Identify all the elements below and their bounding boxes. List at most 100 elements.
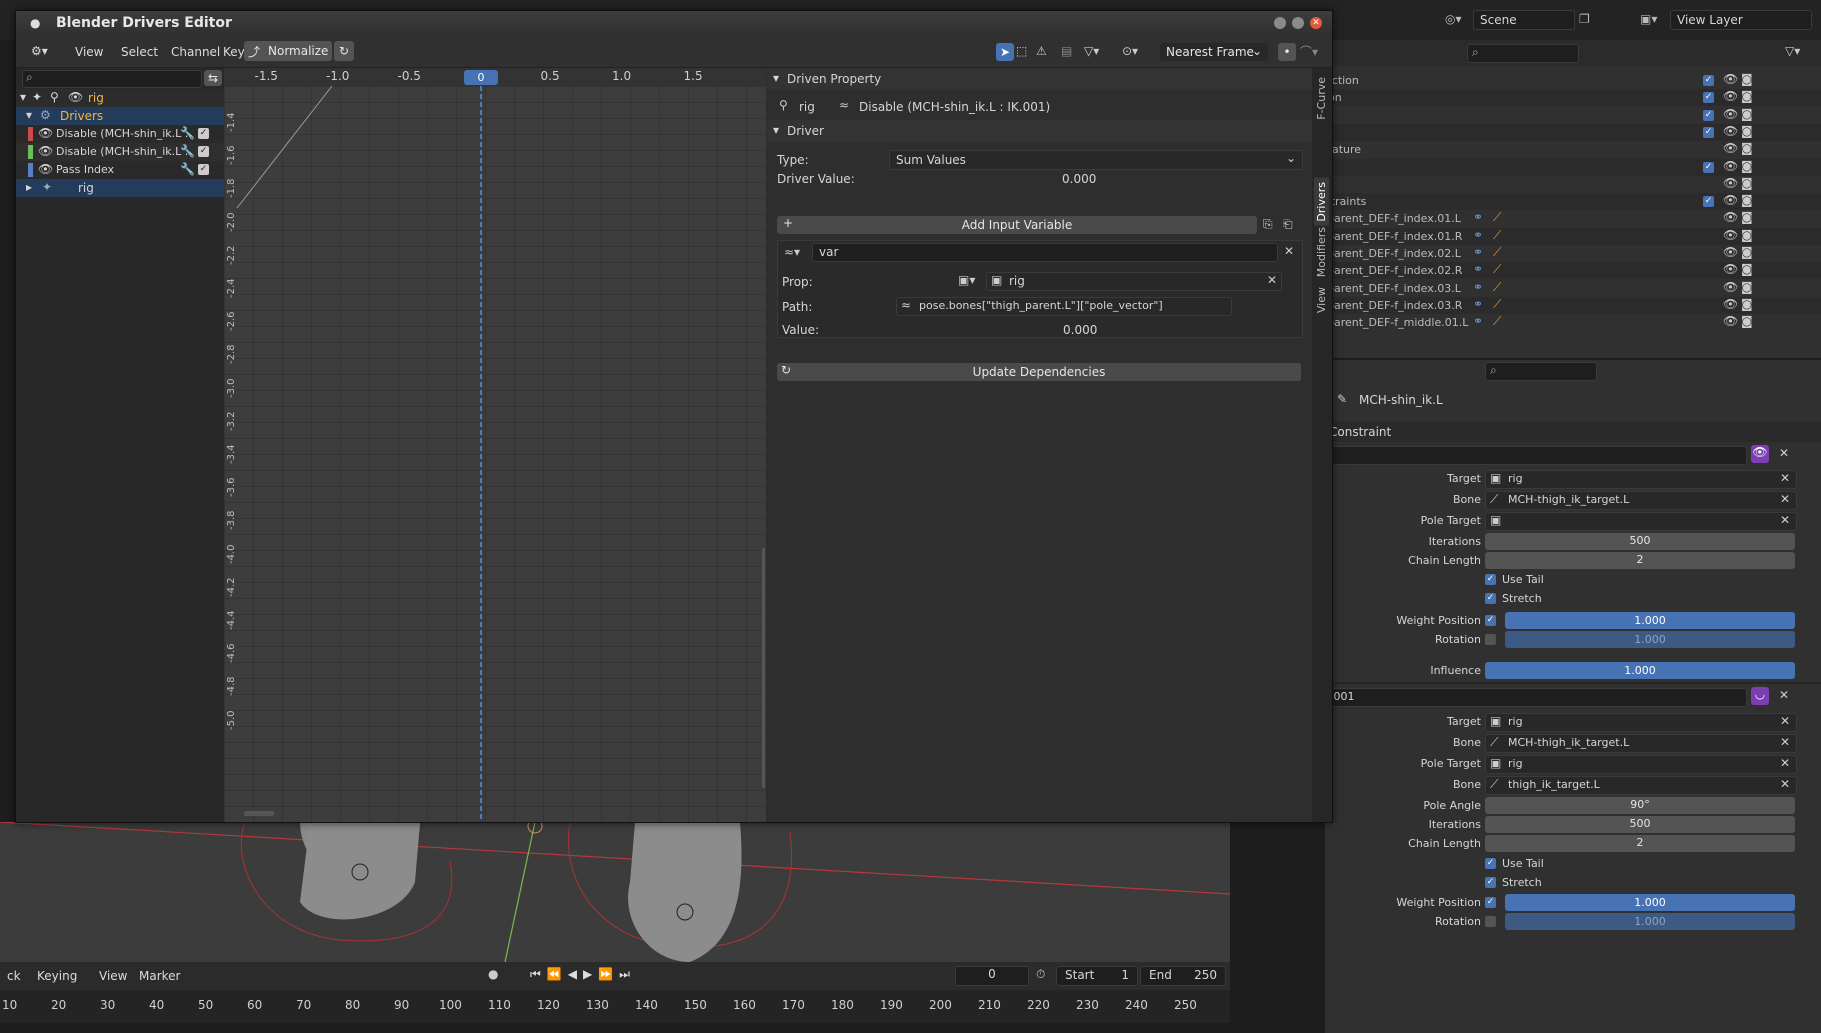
- channel-driver-item[interactable]: 👁 Pass Index 🔧 ✓: [16, 161, 224, 179]
- proportional-icon[interactable]: •: [1278, 43, 1296, 61]
- checkbox[interactable]: ✓: [1703, 92, 1714, 104]
- camera-icon[interactable]: ◙: [1741, 89, 1753, 103]
- clear-icon[interactable]: ✕: [1267, 273, 1277, 287]
- warning-icon[interactable]: ⚠: [1036, 44, 1047, 58]
- clear-icon[interactable]: ✕: [1780, 756, 1790, 770]
- clear-icon[interactable]: ✕: [1780, 513, 1790, 527]
- checkbox[interactable]: ✓: [1703, 75, 1714, 86]
- ik-use-tail-check[interactable]: ✓: [1485, 574, 1496, 585]
- ik-target-field[interactable]: ▣ rig ✕: [1485, 470, 1797, 489]
- channel-driver-item[interactable]: 👁 Disable (MCH-shin_ik.L : 🔧 ✓: [16, 125, 224, 143]
- channel-driver-item[interactable]: 👁 Disable (MCH-shin_ik.L : 🔧 ✓: [16, 143, 224, 161]
- outliner-row[interactable]: straints ✓ 👁 ◙: [1325, 193, 1821, 211]
- outliner-row[interactable]: parent_DEF-f_middle.01.L 👁 ◙ ⚭ ⟋: [1325, 314, 1821, 332]
- clear-icon[interactable]: ✕: [1780, 471, 1790, 485]
- normalize-toggle[interactable]: ⤴ Normalize: [244, 41, 332, 61]
- checkbox[interactable]: ✓: [1703, 161, 1714, 173]
- eye-icon[interactable]: 👁: [1723, 72, 1738, 86]
- ik2-use-tail-checkbox[interactable]: ✓ Use Tail: [1485, 856, 1544, 873]
- ik-chain-length-field[interactable]: 2: [1485, 552, 1795, 569]
- end-frame-field[interactable]: End 250: [1140, 966, 1226, 986]
- constraint-name-field[interactable]: .001: [1325, 688, 1747, 707]
- camera-icon[interactable]: ◙: [1741, 245, 1753, 259]
- outliner-row[interactable]: ion ✓ 👁 ◙: [1325, 89, 1821, 107]
- ik-stretch-checkbox[interactable]: ✓ Stretch: [1485, 591, 1542, 608]
- new-scene-icon[interactable]: ❐: [1579, 12, 1590, 26]
- eye-icon[interactable]: 👁: [1723, 176, 1738, 190]
- view-layer-selector[interactable]: ▣▾ View Layer: [1640, 10, 1820, 30]
- eye-icon[interactable]: 👁: [1723, 280, 1738, 294]
- overlay-icon[interactable]: ▤: [1061, 44, 1072, 58]
- ik-rotation-check[interactable]: [1485, 634, 1496, 645]
- ik2-target-field[interactable]: ▣ rig ✕: [1485, 713, 1797, 732]
- close-button[interactable]: ✕: [1310, 17, 1322, 29]
- filter-icon[interactable]: ▽▾: [1084, 44, 1099, 58]
- channel-search[interactable]: ⌕: [22, 70, 202, 88]
- checkbox[interactable]: ✓: [1703, 109, 1714, 121]
- ik-use-tail-checkbox[interactable]: ✓ Use Tail: [1485, 572, 1544, 589]
- pivot-icon[interactable]: ⊙▾: [1122, 44, 1138, 58]
- paste-icon[interactable]: ⎗: [1283, 217, 1293, 232]
- channel-drivers-group[interactable]: ▾ ⚙ Drivers: [16, 107, 224, 125]
- expand-down-icon[interactable]: ▾: [20, 90, 26, 104]
- box-select-icon[interactable]: ⬚: [1016, 44, 1027, 58]
- clear-icon[interactable]: ✕: [1780, 492, 1790, 506]
- maximize-button[interactable]: [1292, 17, 1304, 29]
- start-frame-field[interactable]: Start 1: [1056, 966, 1138, 986]
- editor-type-icon[interactable]: ⚙▾: [24, 41, 55, 61]
- expand-down-icon[interactable]: ▾: [26, 108, 32, 122]
- ik2-use-tail-check[interactable]: ✓: [1485, 858, 1496, 869]
- clear-icon[interactable]: ✕: [1780, 777, 1790, 791]
- variable-type-icon[interactable]: ≈▾: [784, 245, 800, 259]
- clear-icon[interactable]: ✕: [1780, 735, 1790, 749]
- outliner-row[interactable]: ✓ 👁 ◙: [1325, 106, 1821, 124]
- playback-controls-icon[interactable]: ⏮⏪◀▶⏩⏭: [530, 967, 636, 982]
- eye-icon[interactable]: 👁: [1723, 245, 1738, 259]
- camera-icon[interactable]: ◙: [1741, 193, 1753, 207]
- wrench-icon[interactable]: 🔧: [180, 162, 195, 176]
- wrench-icon[interactable]: 🔧: [180, 144, 195, 158]
- ik2-stretch-check[interactable]: ✓: [1485, 877, 1496, 888]
- camera-icon[interactable]: ◙: [1741, 159, 1753, 173]
- camera-icon[interactable]: ◙: [1741, 314, 1753, 328]
- expand-down-icon[interactable]: ▾: [773, 123, 779, 137]
- update-dependencies-button[interactable]: ↻ Update Dependencies: [777, 363, 1301, 381]
- outliner-row[interactable]: ection ✓ 👁 ◙: [1325, 72, 1821, 89]
- falloff-icon[interactable]: ⌒▾: [1300, 43, 1318, 60]
- ik2-pole-angle-field[interactable]: 90°: [1485, 797, 1795, 814]
- ik-stretch-check[interactable]: ✓: [1485, 593, 1496, 604]
- checkbox[interactable]: ✓: [1703, 126, 1714, 138]
- channel-sub-rig[interactable]: ▸ ✦ rig: [16, 179, 224, 197]
- camera-icon[interactable]: ◙: [1741, 297, 1753, 311]
- minimize-button[interactable]: [1274, 17, 1286, 29]
- pin-icon[interactable]: ⚲: [50, 90, 59, 104]
- eye-icon[interactable]: 👁: [1723, 159, 1738, 173]
- tab-f-curve[interactable]: F-Curve: [1314, 73, 1329, 124]
- close-icon[interactable]: ✕: [1779, 688, 1789, 702]
- channel-rig-root[interactable]: ▾ ✦ ⚲ 👁 rig: [16, 89, 224, 107]
- timeline-menu-keying[interactable]: Keying: [30, 966, 84, 986]
- eye-icon[interactable]: 👁: [1723, 89, 1738, 103]
- graph-scrollbar-h[interactable]: [244, 811, 274, 816]
- timeline-menu-marker[interactable]: Marker: [132, 966, 187, 986]
- outliner-row[interactable]: ✓ 👁 ◙: [1325, 123, 1821, 141]
- record-icon[interactable]: ●: [488, 967, 498, 981]
- driver-graph[interactable]: 0 -1.5 -1.0 -0.5 0.5 1.0 1.5 -1.4 -1.6 -1.8 -2.0 -…: [224, 68, 766, 822]
- add-input-variable-button[interactable]: + Add Input Variable: [777, 216, 1257, 234]
- ik2-chain-length-field[interactable]: 2: [1485, 835, 1795, 852]
- copy-icon[interactable]: ⎘: [1263, 217, 1273, 232]
- eye-icon[interactable]: 👁: [38, 126, 53, 140]
- outliner-row[interactable]: parent_DEF-f_index.01.L 👁 ◙ ⚭ ⟋: [1325, 210, 1821, 228]
- path-field[interactable]: ≈ pose.bones["thigh_parent.L"]["pole_vec…: [896, 297, 1232, 316]
- camera-icon[interactable]: ◙: [1741, 228, 1753, 242]
- prop-target-field[interactable]: ▣ rig ✕: [986, 272, 1282, 291]
- eye-icon[interactable]: 👁: [1723, 193, 1738, 207]
- cursor-select-icon[interactable]: ➤: [996, 43, 1014, 61]
- ik2-rotation-check[interactable]: [1485, 916, 1496, 927]
- tab-drivers[interactable]: Drivers: [1314, 178, 1329, 226]
- outliner-row[interactable]: parent_DEF-f_index.02.R 👁 ◙ ⚭ ⟋: [1325, 262, 1821, 280]
- outliner-row[interactable]: 👁 ◙: [1325, 175, 1821, 193]
- filter-icon[interactable]: ▽▾: [1785, 44, 1800, 58]
- checkbox[interactable]: ✓: [198, 146, 209, 157]
- stopwatch-icon[interactable]: ⏱: [1036, 967, 1045, 982]
